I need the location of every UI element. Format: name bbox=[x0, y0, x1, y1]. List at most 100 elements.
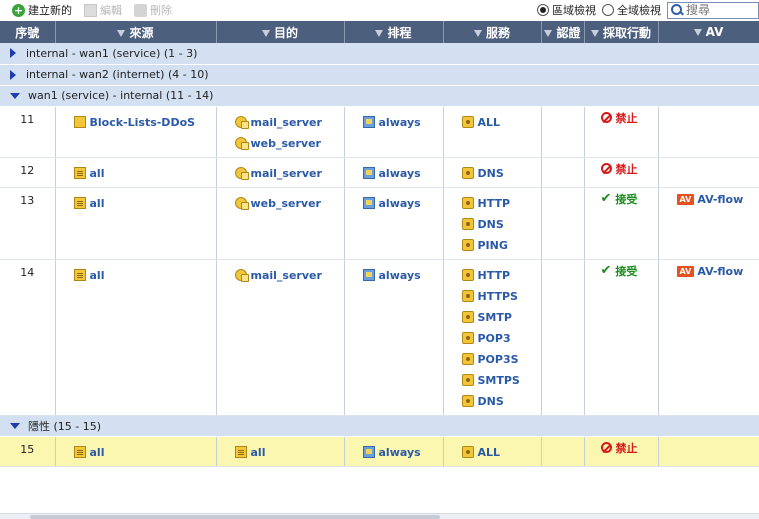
service-item[interactable]: PING bbox=[461, 235, 541, 256]
filter-icon[interactable] bbox=[117, 29, 126, 37]
section-view-radio[interactable]: 區域檢視 bbox=[537, 2, 596, 18]
col-av[interactable]: AV bbox=[658, 21, 759, 43]
action-deny: 禁止 bbox=[585, 437, 658, 456]
table-row[interactable]: 15 all all always ALL 禁止 bbox=[0, 436, 759, 467]
destination-item[interactable]: web_server bbox=[234, 133, 344, 154]
col-seq[interactable]: 序號 bbox=[0, 21, 56, 43]
col-seq-label: 序號 bbox=[15, 25, 40, 40]
av-badge-icon: AV bbox=[676, 193, 695, 205]
create-new-label: 建立新的 bbox=[28, 4, 72, 17]
av-badge-icon: AV bbox=[676, 265, 695, 277]
edit-button[interactable]: 編輯 bbox=[84, 2, 122, 18]
search-icon bbox=[670, 3, 684, 17]
destination-item[interactable]: mail_server bbox=[234, 163, 344, 184]
destination-cell: mail_server web_server bbox=[216, 106, 345, 158]
schedule-item[interactable]: always bbox=[362, 442, 443, 463]
schedule-item[interactable]: always bbox=[362, 112, 443, 133]
source-item[interactable]: all bbox=[73, 265, 216, 286]
action-deny: 禁止 bbox=[585, 158, 658, 177]
destination-item[interactable]: all bbox=[234, 442, 344, 463]
destination-item[interactable]: mail_server bbox=[234, 265, 344, 286]
group-row[interactable]: 隱性 (15 - 15) bbox=[0, 415, 759, 437]
destination-item[interactable]: mail_server bbox=[234, 112, 344, 133]
av-profile[interactable]: AV AV-flow bbox=[659, 188, 759, 206]
search-box[interactable] bbox=[667, 1, 759, 19]
col-destination-label: 目的 bbox=[273, 25, 298, 40]
search-input[interactable] bbox=[686, 3, 756, 17]
horizontal-scrollbar[interactable] bbox=[0, 513, 759, 519]
global-view-radio[interactable]: 全域檢視 bbox=[602, 2, 661, 18]
schedule-item[interactable]: always bbox=[362, 163, 443, 184]
service-item[interactable]: HTTP bbox=[461, 265, 541, 286]
address-icon bbox=[73, 446, 86, 458]
col-service[interactable]: 服務 bbox=[443, 21, 542, 43]
service-item[interactable]: SMTPS bbox=[461, 370, 541, 391]
server-icon bbox=[234, 167, 249, 180]
destination-label: mail_server bbox=[250, 268, 322, 282]
table-row[interactable]: 14 all mail_server always HTTP HTTPS SMTP POP3 P… bbox=[0, 259, 759, 416]
group-row[interactable]: internal - wan1 (service) (1 - 3) bbox=[0, 43, 759, 65]
action-label: 接受 bbox=[615, 192, 638, 206]
checkmark-icon: ✔ bbox=[600, 263, 612, 278]
col-schedule[interactable]: 排程 bbox=[344, 21, 444, 43]
service-icon bbox=[461, 116, 474, 128]
collapse-arrow-icon[interactable] bbox=[10, 92, 20, 99]
service-icon bbox=[461, 197, 474, 209]
group-row[interactable]: internal - wan2 (internet) (4 - 10) bbox=[0, 64, 759, 86]
scrollbar-thumb[interactable] bbox=[30, 515, 440, 519]
action-cell: 禁止 bbox=[584, 106, 659, 158]
group-row[interactable]: wan1 (service) - internal (11 - 14) bbox=[0, 85, 759, 107]
service-item[interactable]: HTTP bbox=[461, 193, 541, 214]
service-cell: ALL bbox=[443, 436, 542, 467]
col-source[interactable]: 來源 bbox=[55, 21, 217, 43]
service-item[interactable]: DNS bbox=[461, 214, 541, 235]
filter-icon[interactable] bbox=[375, 29, 384, 37]
expand-arrow-icon[interactable] bbox=[10, 48, 16, 59]
col-schedule-label: 排程 bbox=[387, 25, 412, 40]
destination-item[interactable]: web_server bbox=[234, 193, 344, 214]
server-icon bbox=[234, 269, 249, 282]
service-item[interactable]: ALL bbox=[461, 442, 541, 463]
service-label: DNS bbox=[477, 217, 504, 231]
col-auth[interactable]: 認證 bbox=[541, 21, 585, 43]
service-item[interactable]: DNS bbox=[461, 163, 541, 184]
schedule-cell: always bbox=[344, 106, 444, 158]
col-action-label: 採取行動 bbox=[602, 25, 651, 40]
seq-cell: 12 bbox=[0, 157, 56, 188]
group-label: wan1 (service) - internal (11 - 14) bbox=[28, 89, 214, 102]
table-row[interactable]: 11 Block-Lists-DDoS mail_server web_server a… bbox=[0, 106, 759, 158]
table-row[interactable]: 12 all mail_server always DNS 禁止 bbox=[0, 157, 759, 188]
filter-icon[interactable] bbox=[590, 29, 599, 37]
schedule-item[interactable]: always bbox=[362, 193, 443, 214]
group-cell: internal - wan2 (internet) (4 - 10) bbox=[0, 64, 759, 86]
col-action[interactable]: 採取行動 bbox=[584, 21, 659, 43]
filter-icon[interactable] bbox=[261, 29, 270, 37]
table-row[interactable]: 13 all web_server always HTTP DNS PING ✔ 接受 AV AV-… bbox=[0, 187, 759, 260]
source-item[interactable]: all bbox=[73, 442, 216, 463]
av-profile[interactable]: AV AV-flow bbox=[659, 260, 759, 278]
service-item[interactable]: HTTPS bbox=[461, 286, 541, 307]
col-destination[interactable]: 目的 bbox=[216, 21, 345, 43]
collapse-arrow-icon[interactable] bbox=[10, 422, 20, 429]
service-item[interactable]: POP3 bbox=[461, 328, 541, 349]
service-icon bbox=[461, 395, 474, 407]
delete-button[interactable]: 刪除 bbox=[134, 2, 172, 18]
source-item[interactable]: all bbox=[73, 163, 216, 184]
filter-icon[interactable] bbox=[693, 29, 702, 36]
service-item[interactable]: SMTP bbox=[461, 307, 541, 328]
schedule-item[interactable]: always bbox=[362, 265, 443, 286]
service-item[interactable]: POP3S bbox=[461, 349, 541, 370]
trash-icon bbox=[134, 3, 147, 17]
av-profile-label: AV-flow bbox=[697, 264, 744, 278]
service-label: HTTP bbox=[477, 268, 511, 282]
av-cell bbox=[658, 106, 759, 158]
server-icon bbox=[234, 197, 249, 210]
source-item[interactable]: all bbox=[73, 193, 216, 214]
filter-icon[interactable] bbox=[473, 29, 482, 37]
service-item[interactable]: ALL bbox=[461, 112, 541, 133]
service-item[interactable]: DNS bbox=[461, 391, 541, 412]
expand-arrow-icon[interactable] bbox=[10, 69, 16, 80]
create-new-button[interactable]: + 建立新的 bbox=[12, 2, 72, 18]
filter-icon[interactable] bbox=[544, 29, 553, 37]
source-item[interactable]: Block-Lists-DDoS bbox=[71, 112, 216, 133]
